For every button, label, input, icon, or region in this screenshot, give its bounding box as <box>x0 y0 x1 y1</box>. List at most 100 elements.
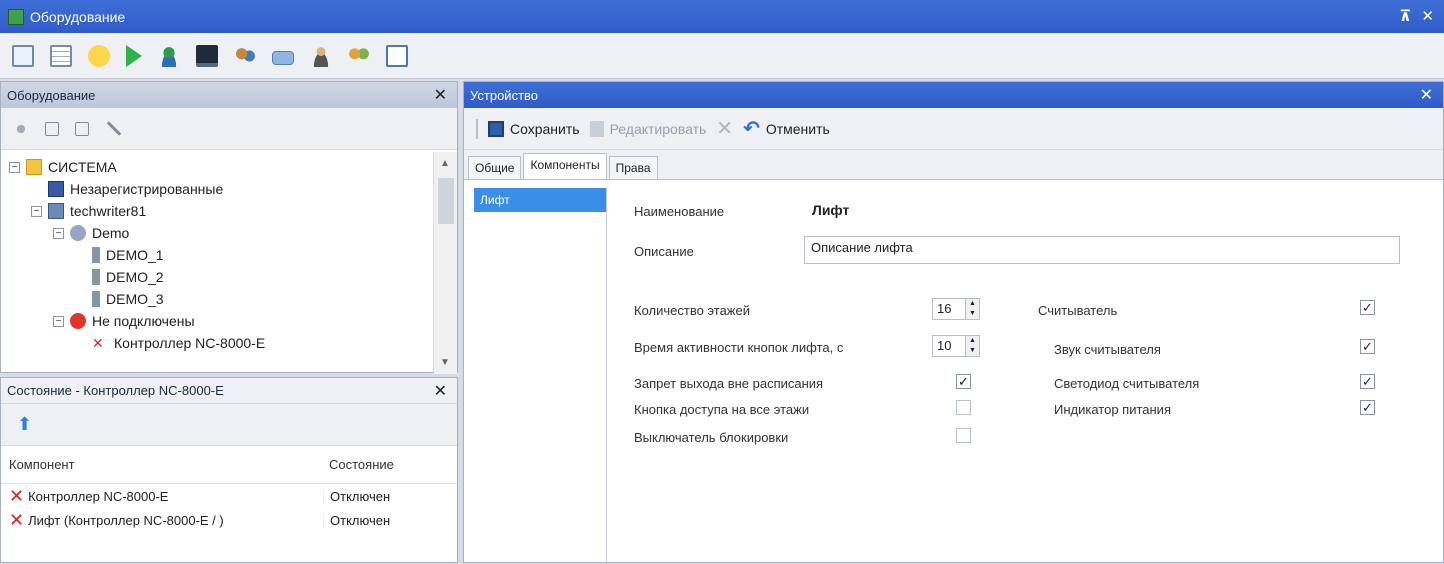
scroll-down-icon[interactable]: ▼ <box>440 357 450 368</box>
floors-label: Количество этажей <box>634 303 750 318</box>
reader-sound-checkbox[interactable]: ✓ <box>1360 339 1375 354</box>
expander-icon[interactable]: − <box>9 161 20 173</box>
window-title: Оборудование <box>30 8 126 25</box>
tree-item-label: СИСТЕМА <box>48 159 117 175</box>
expand-all-icon[interactable] <box>45 121 59 136</box>
scroll-thumb[interactable] <box>438 178 454 224</box>
person-icon[interactable] <box>310 44 332 67</box>
power-indicator-checkbox[interactable]: ✓ <box>1360 400 1375 415</box>
equipment-panel: Оборудование ✕ − СИСТЕМА Незарегистрирован… <box>0 81 458 374</box>
tree-item-label: DEMO_1 <box>106 247 164 263</box>
add-icon[interactable] <box>13 120 29 137</box>
table-row[interactable]: ✕ Лифт (Контроллер NC-8000-E / ) Отключен <box>1 508 457 532</box>
device-icon <box>92 247 100 263</box>
error-icon: ✕ <box>9 486 25 506</box>
tree-item[interactable]: Незарегистрированные <box>1 178 431 200</box>
power-indicator-label: Индикатор питания <box>1054 402 1171 417</box>
tree-item[interactable]: − СИСТЕМА <box>1 156 431 178</box>
tree-item[interactable]: ✕ Контроллер NC-8000-E <box>1 332 431 354</box>
device-action-bar: Сохранить Редактировать ✕ ↶ Отменить <box>464 108 1443 150</box>
equipment-panel-header: Оборудование ✕ <box>1 82 457 108</box>
device-panel-title: Устройство <box>470 87 539 103</box>
tree-item-label: Незарегистрированные <box>70 181 224 197</box>
floors-stepper[interactable]: 16 ▲ ▼ <box>932 298 980 320</box>
reader-checkbox[interactable]: ✓ <box>1360 300 1375 315</box>
tree-item[interactable]: DEMO_3 <box>1 288 431 310</box>
group-icon[interactable] <box>348 44 370 67</box>
device-icon <box>92 291 100 307</box>
row-state: Отключен <box>323 512 443 528</box>
all-floors-checkbox[interactable] <box>956 400 971 415</box>
device-panel-header: Устройство ✕ <box>464 82 1443 108</box>
row-state: Отключен <box>323 488 443 504</box>
error-icon: ✕ <box>92 335 104 351</box>
ban-exit-checkbox[interactable]: ✓ <box>956 374 971 389</box>
tab-components[interactable]: Компоненты <box>523 153 607 179</box>
scroll-up-icon[interactable]: ▲ <box>440 158 450 169</box>
status-grid-header: Компонент Состояние <box>1 446 457 484</box>
wrench-icon[interactable] <box>106 121 122 136</box>
row-component: Лифт (Контроллер NC-8000-E / ) <box>28 512 224 528</box>
card-icon[interactable] <box>272 50 294 65</box>
tree-item[interactable]: DEMO_2 <box>1 266 431 288</box>
status-panel: Состояние - Контроллер NC-8000-E ✕ ⬆ Ком… <box>0 377 458 563</box>
tab-general[interactable]: Общие <box>468 156 522 179</box>
column-component[interactable]: Компонент <box>1 457 323 472</box>
arrow-up-icon[interactable]: ⬆ <box>17 414 32 435</box>
table-row[interactable]: ✕ Контроллер NC-8000-E Отключен <box>1 484 457 508</box>
ban-exit-label: Запрет выхода вне расписания <box>634 376 824 391</box>
tree-item-label: Не подключены <box>92 313 195 329</box>
stepper-arrows-icon[interactable]: ▲ ▼ <box>965 336 979 356</box>
list-item[interactable]: Лифт <box>474 188 606 212</box>
expander-icon[interactable]: − <box>31 205 42 217</box>
bulb-icon[interactable] <box>88 44 110 67</box>
user-icon[interactable] <box>158 44 180 67</box>
equipment-panel-title: Оборудование <box>7 87 96 103</box>
description-field[interactable]: Описание лифта <box>804 236 1400 264</box>
tab-rights[interactable]: Права <box>608 156 658 179</box>
pin-icon[interactable]: ⊼ <box>1399 7 1411 25</box>
button-time-stepper[interactable]: 10 ▲ ▼ <box>932 335 980 357</box>
name-value: Лифт <box>812 202 850 218</box>
expander-icon[interactable]: − <box>53 227 64 239</box>
status-toolbar: ⬆ <box>1 404 457 446</box>
tree-item[interactable]: − techwriter81 <box>1 200 431 222</box>
tree-scrollbar[interactable]: ▲ ▼ <box>433 152 457 374</box>
stop-icon <box>70 313 86 329</box>
expander-icon[interactable]: − <box>53 315 64 327</box>
tree-item[interactable]: − Не подключены <box>1 310 431 332</box>
close-device-panel-button[interactable]: ✕ <box>1420 85 1433 105</box>
reader-led-checkbox[interactable]: ✓ <box>1360 374 1375 389</box>
monitor-icon[interactable] <box>196 44 218 67</box>
device-panel: Устройство ✕ Сохранить Редактировать ✕ ↶… <box>463 81 1444 564</box>
tree-item[interactable]: − Demo <box>1 222 431 244</box>
close-status-panel-button[interactable]: ✕ <box>434 381 447 401</box>
close-equipment-panel-button[interactable]: ✕ <box>434 85 447 105</box>
delete-button[interactable]: ✕ <box>716 116 733 141</box>
collapse-all-icon[interactable] <box>75 121 89 136</box>
cancel-button[interactable]: ↶ Отменить <box>743 116 830 141</box>
stepper-arrows-icon[interactable]: ▲ ▼ <box>965 299 979 319</box>
save-button[interactable]: Сохранить <box>488 120 580 137</box>
column-state[interactable]: Состояние <box>323 457 443 472</box>
report-icon[interactable] <box>386 44 408 67</box>
close-window-button[interactable]: ✕ <box>1421 7 1434 25</box>
tree-view-icon[interactable] <box>12 44 34 67</box>
users-icon[interactable] <box>234 44 256 67</box>
device-tabs: Общие Компоненты Права <box>464 150 1443 180</box>
name-label: Наименование <box>634 204 725 219</box>
tree-item-label: Контроллер NC-8000-E <box>114 335 266 351</box>
status-panel-title: Состояние - Контроллер NC-8000-E <box>7 383 224 398</box>
save-icon <box>488 120 504 137</box>
components-list: Лифт <box>474 188 607 564</box>
play-icon[interactable] <box>126 44 142 67</box>
all-floors-label: Кнопка доступа на все этажи <box>634 402 810 417</box>
reader-label: Считыватель <box>1038 303 1118 318</box>
equipment-toolbar <box>1 108 457 150</box>
table-view-icon[interactable] <box>50 44 72 67</box>
block-switch-checkbox[interactable] <box>956 428 971 443</box>
tree-item[interactable]: DEMO_1 <box>1 244 431 266</box>
edit-button[interactable]: Редактировать <box>589 120 706 137</box>
row-component: Контроллер NC-8000-E <box>28 488 169 504</box>
tree-item-label: DEMO_3 <box>106 291 164 307</box>
